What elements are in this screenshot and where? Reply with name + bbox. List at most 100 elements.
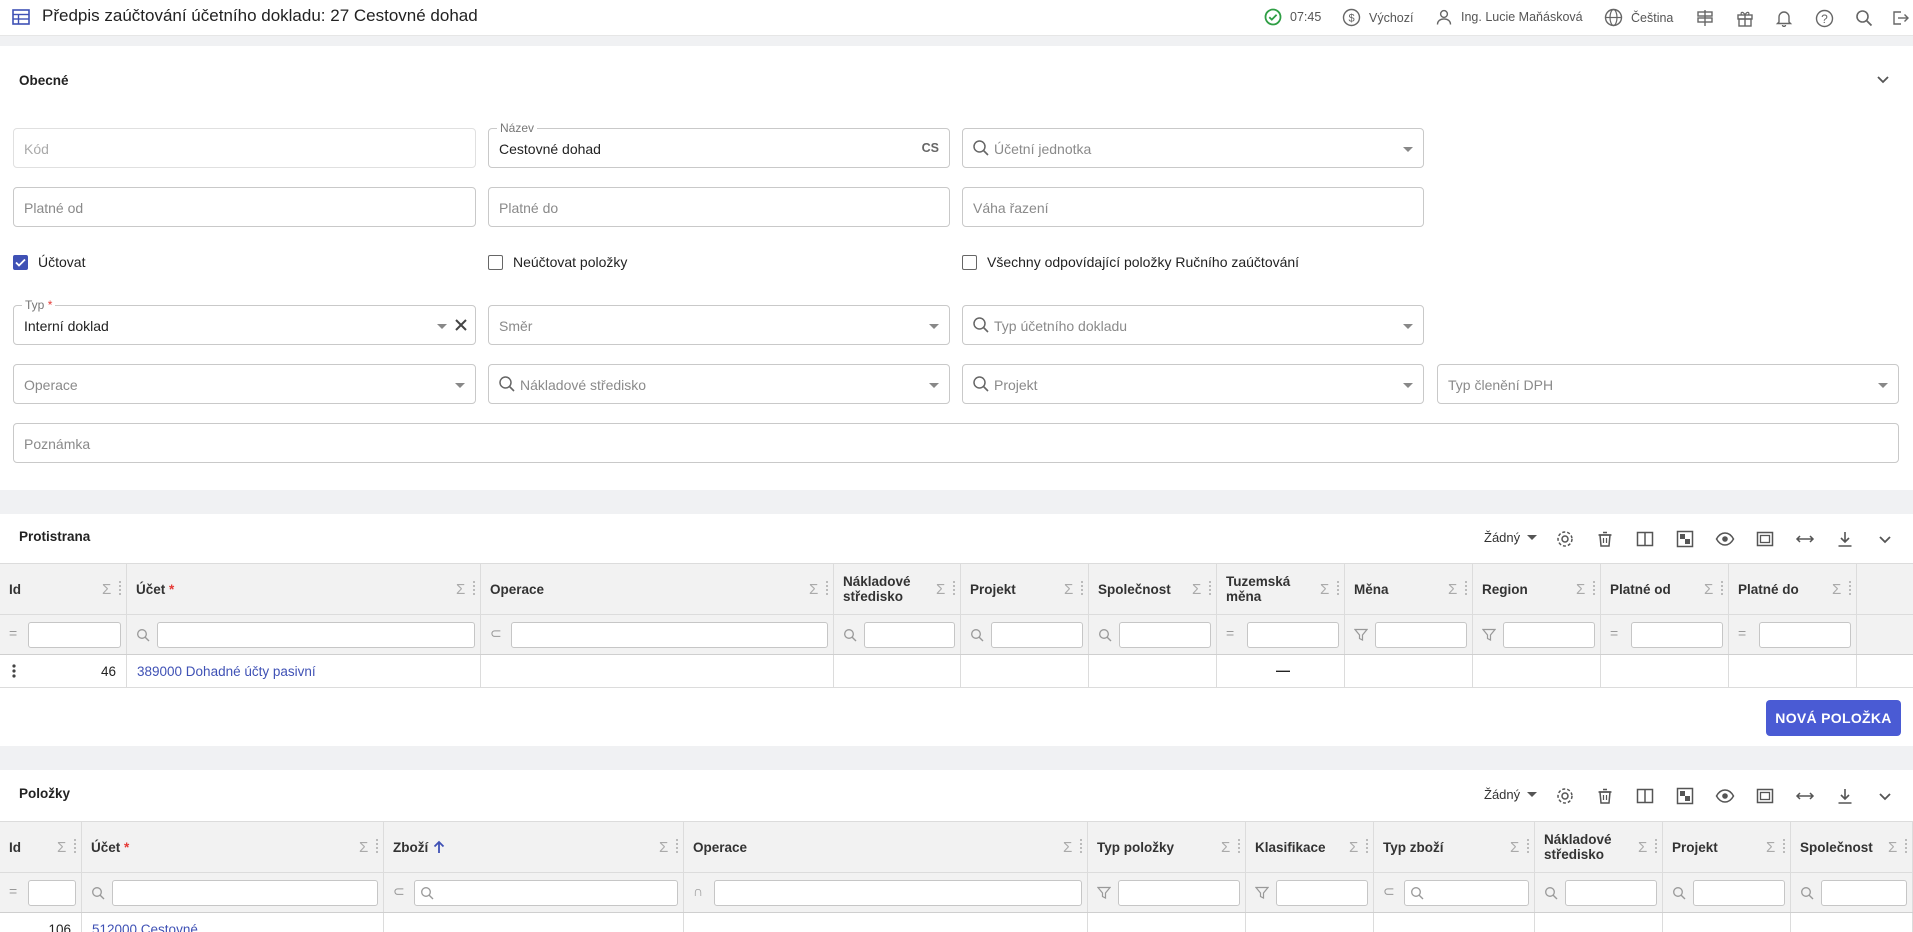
filter-input[interactable] [112,880,378,906]
image-frame-icon[interactable] [1753,527,1777,551]
trash-icon[interactable] [1593,527,1617,551]
filter-input[interactable] [1631,622,1723,648]
subset-icon[interactable]: ⊂ [1383,883,1395,900]
search-icon[interactable] [1672,886,1686,900]
search-icon[interactable] [843,628,857,642]
subset-icon[interactable]: ⊂ [490,625,502,642]
filter-input[interactable] [1247,622,1339,648]
column-resize-handle[interactable] [953,581,955,595]
sum-icon[interactable]: Σ [1448,581,1457,598]
account-link[interactable]: 389000 Dohadné účty pasivní [137,664,316,679]
neuctovat-polozky-checkbox[interactable]: Neúčtovat položky [488,254,627,270]
new-item-button[interactable]: NOVÁ POLOŽKA [1766,700,1901,736]
column-header-5[interactable]: Společnost Σ [1089,564,1217,614]
sort-ascending-icon[interactable] [432,840,446,854]
sum-icon[interactable]: Σ [1510,839,1519,856]
column-header-5[interactable]: Klasifikace Σ [1246,822,1374,872]
search-icon[interactable] [1800,886,1814,900]
filter-input[interactable] [28,880,76,906]
column-resize-handle[interactable] [1081,581,1083,595]
sum-icon[interactable]: Σ [1349,839,1358,856]
typ-ucetniho-dokladu-select[interactable]: Typ účetního dokladu [962,305,1424,345]
chevron-down-icon[interactable] [1873,527,1897,551]
column-resize-handle[interactable] [826,581,828,595]
search-icon[interactable] [1544,886,1558,900]
search-icon[interactable] [1853,7,1875,29]
column-resize-handle[interactable] [1337,581,1339,595]
filter-input[interactable] [1821,880,1907,906]
column-resize-handle[interactable] [1209,581,1211,595]
sum-icon[interactable]: Σ [57,839,66,856]
projekt-select[interactable]: Projekt [962,364,1424,404]
account-link[interactable]: 512000 Cestovné [92,922,198,932]
language-selector[interactable]: Čeština [1604,8,1673,27]
column-header-0[interactable]: Id Σ [0,564,127,614]
trash-icon[interactable] [1593,784,1617,808]
filter-input[interactable] [1565,880,1657,906]
columns-icon[interactable] [1633,527,1657,551]
column-header-8[interactable]: Region Σ [1473,564,1601,614]
column-resize-handle[interactable] [1527,839,1529,853]
image-frame-icon[interactable] [1753,784,1777,808]
filter-input[interactable] [1503,622,1595,648]
sum-icon[interactable]: Σ [659,839,668,856]
filter-input[interactable] [414,880,678,906]
chevron-down-icon[interactable] [1873,784,1897,808]
column-header-1[interactable]: Účet * Σ [82,822,384,872]
column-resize-handle[interactable] [1849,581,1851,595]
filter-icon[interactable] [1097,886,1111,900]
column-header-3[interactable]: Operace Σ [684,822,1088,872]
gift-icon[interactable] [1734,7,1756,29]
column-resize-handle[interactable] [1366,839,1368,853]
column-resize-handle[interactable] [676,839,678,853]
intersect-icon[interactable]: ∩ [693,883,703,899]
filter-input[interactable] [1119,622,1211,648]
filter-input[interactable] [28,622,121,648]
search-icon[interactable] [136,628,150,642]
column-resize-handle[interactable] [1593,581,1595,595]
sum-icon[interactable]: Σ [1638,839,1647,856]
column-header-1[interactable]: Účet * Σ [127,564,481,614]
equals-icon[interactable]: = [9,883,17,899]
column-header-6[interactable]: Tuzemská měna Σ [1217,564,1345,614]
column-resize-handle[interactable] [1905,839,1907,853]
column-header-0[interactable]: Id Σ [0,822,82,872]
filter-input[interactable] [1404,880,1529,906]
equals-icon[interactable]: = [9,625,17,641]
search-icon[interactable] [970,628,984,642]
filter-input[interactable] [1693,880,1785,906]
column-header-8[interactable]: Projekt Σ [1663,822,1791,872]
typ-cleneni-dph-select[interactable]: Typ členění DPH [1437,364,1899,404]
column-resize-handle[interactable] [473,581,475,595]
user-menu[interactable]: Ing. Lucie Maňásková [1435,8,1583,26]
signpost-icon[interactable] [1694,7,1716,29]
column-header-4[interactable]: Typ položky Σ [1088,822,1246,872]
bell-icon[interactable] [1773,7,1795,29]
filter-icon[interactable] [1255,886,1269,900]
search-icon[interactable] [1098,628,1112,642]
grid-layout-icon[interactable] [1673,784,1697,808]
view-selector[interactable]: Žádný [1484,530,1538,545]
grid-layout-icon[interactable] [1673,527,1697,551]
table-icon[interactable] [12,9,30,25]
platne-do-field[interactable]: Platné do [488,187,950,227]
sum-icon[interactable]: Σ [1320,581,1329,598]
subset-icon[interactable]: ⊂ [393,883,405,900]
column-header-6[interactable]: Typ zboží Σ [1374,822,1535,872]
gear-icon[interactable] [1553,527,1577,551]
sum-icon[interactable]: Σ [1221,839,1230,856]
sum-icon[interactable]: Σ [1832,581,1841,598]
chevron-down-icon[interactable] [1876,75,1890,85]
sum-icon[interactable]: Σ [102,581,111,598]
column-header-2[interactable]: Operace Σ [481,564,834,614]
eye-icon[interactable] [1713,527,1737,551]
column-resize-handle[interactable] [119,581,121,595]
column-resize-handle[interactable] [1721,581,1723,595]
column-header-9[interactable]: Společnost Σ [1791,822,1913,872]
column-resize-handle[interactable] [1080,839,1082,853]
download-icon[interactable] [1833,527,1857,551]
column-header-4[interactable]: Projekt Σ [961,564,1089,614]
filter-input[interactable] [864,622,955,648]
sum-icon[interactable]: Σ [1704,581,1713,598]
logout-icon[interactable] [1889,7,1911,29]
